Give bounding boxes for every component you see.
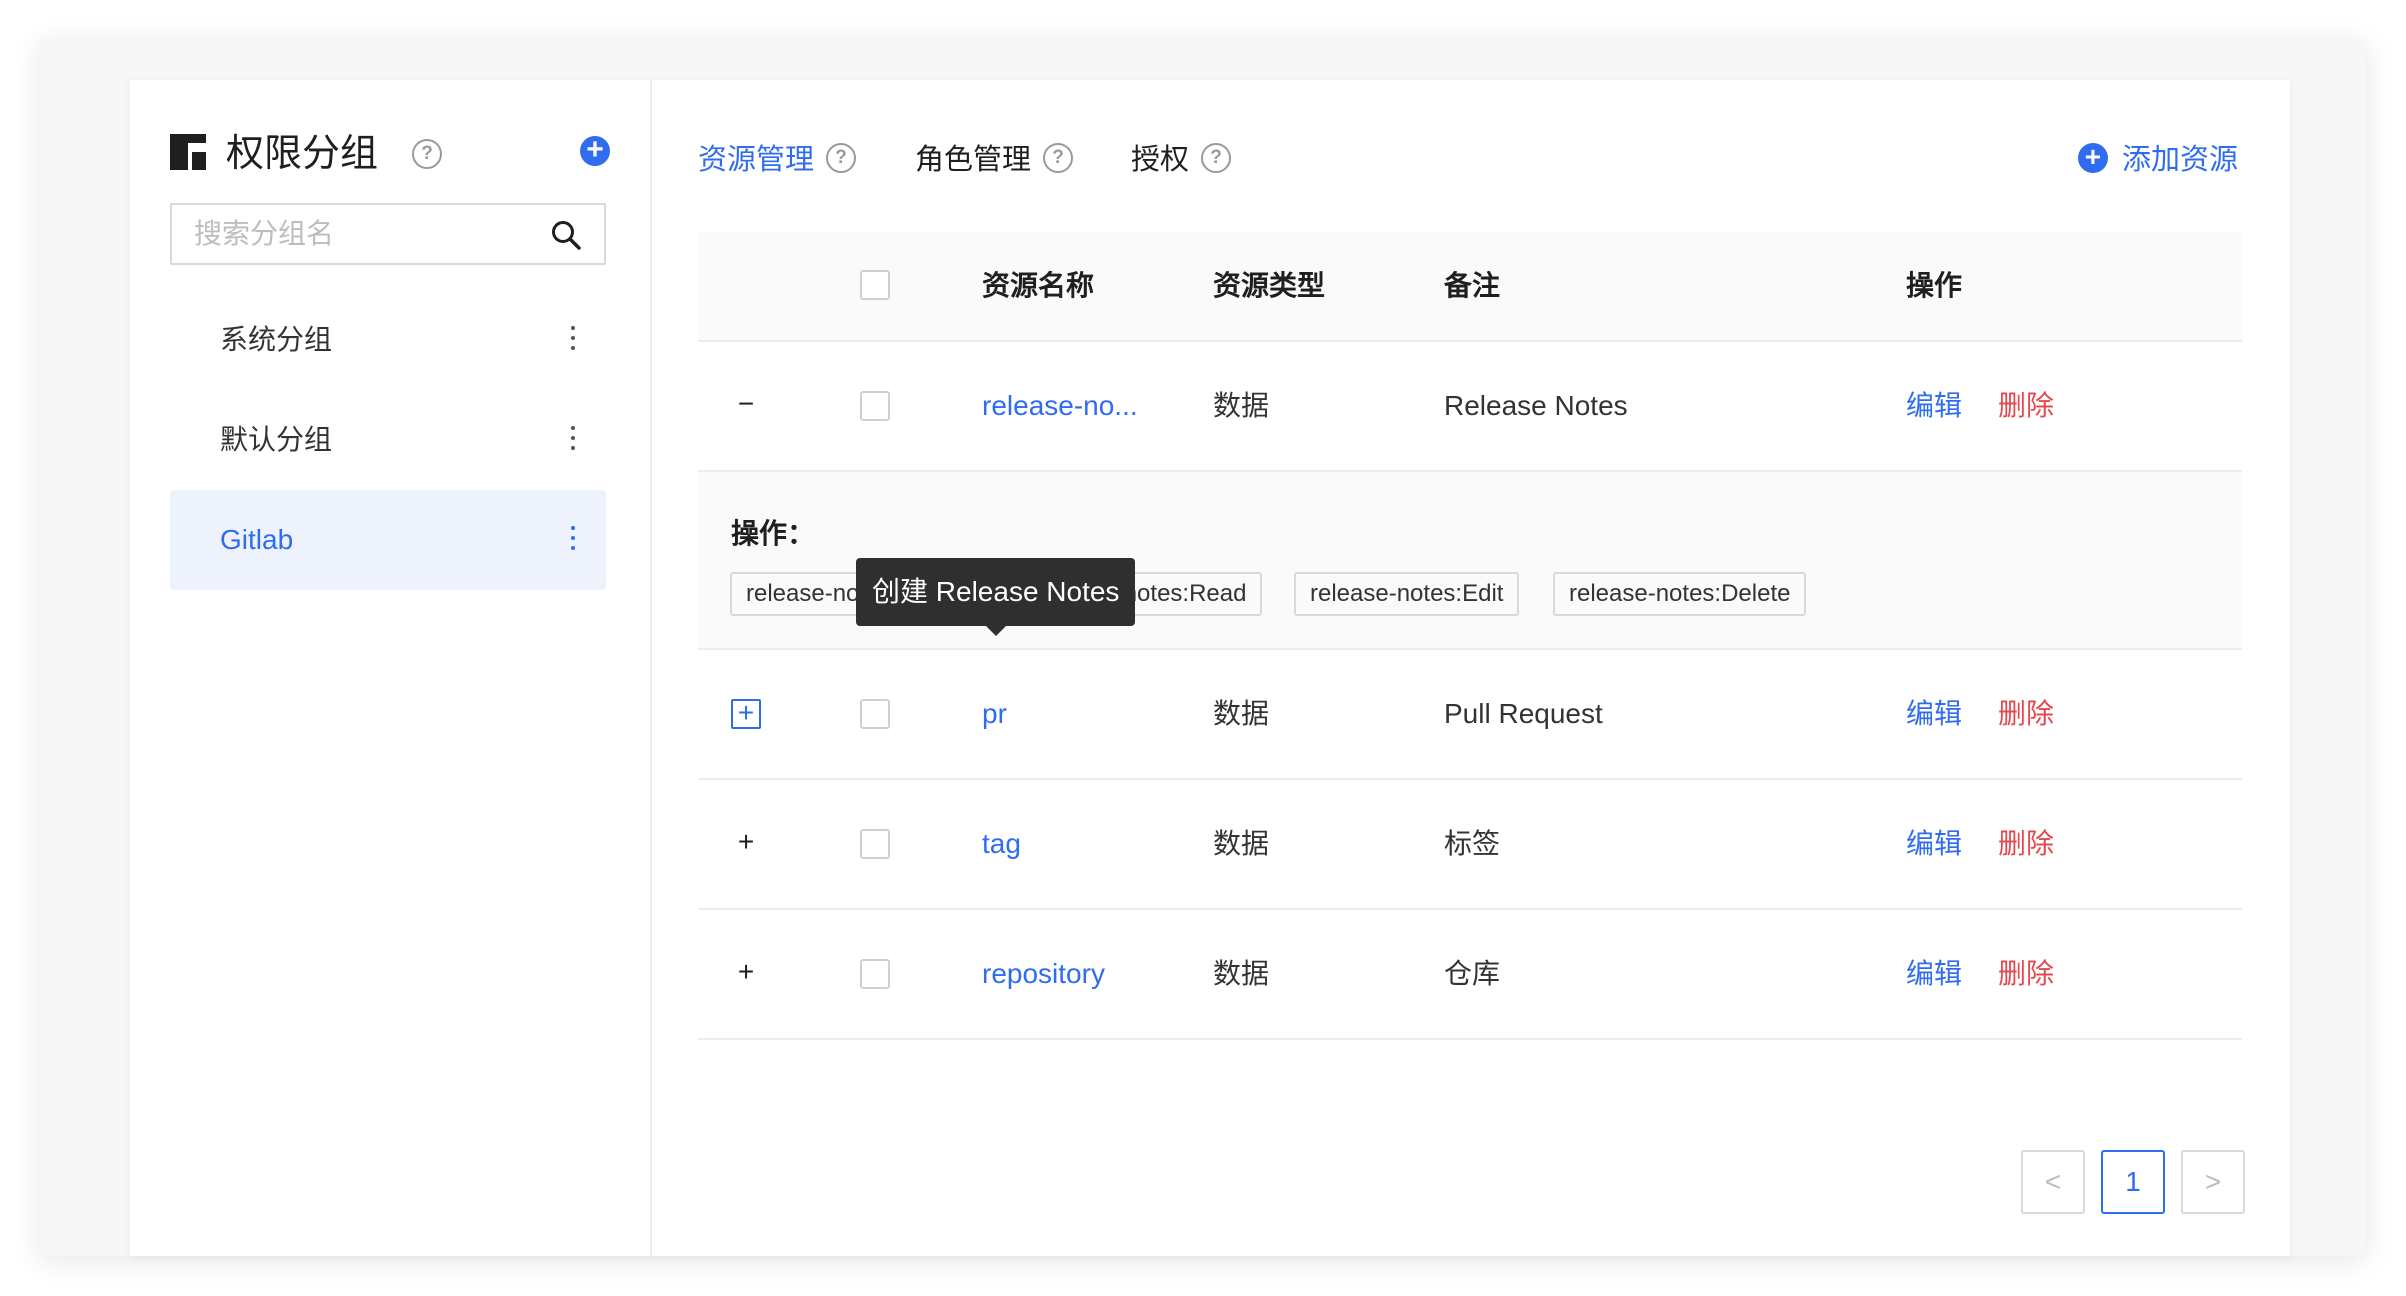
- tab-resource-management[interactable]: 资源管理?: [698, 135, 857, 185]
- edit-button[interactable]: 编辑: [1906, 650, 1962, 778]
- resource-note: Pull Request: [1444, 698, 1603, 729]
- resource-name-link[interactable]: repository: [982, 910, 1105, 1038]
- resource-name-link[interactable]: release-no...: [982, 342, 1138, 470]
- add-resource-label: 添加资源: [2121, 144, 2238, 176]
- row-checkbox[interactable]: [860, 699, 890, 729]
- tab-authorization[interactable]: 授权?: [1131, 135, 1232, 185]
- next-page-button[interactable]: >: [2181, 1150, 2245, 1214]
- more-vertical-icon[interactable]: [570, 426, 576, 454]
- sidebar-item-label: Gitlab: [220, 524, 294, 555]
- collapse-row-button[interactable]: −: [731, 390, 761, 421]
- plus-circle-icon: +: [2077, 143, 2108, 174]
- tab-role-management[interactable]: 角色管理?: [915, 135, 1074, 185]
- question-icon[interactable]: ?: [412, 139, 442, 169]
- operation-tooltip: 创建 Release Notes: [856, 558, 1136, 636]
- delete-button[interactable]: 删除: [1998, 910, 2054, 1038]
- resource-type: 数据: [1213, 828, 1270, 859]
- header-note: 备注: [1444, 270, 1501, 301]
- tab-label: 资源管理: [698, 144, 815, 176]
- more-vertical-icon[interactable]: [570, 326, 576, 354]
- operations-label: 操作：: [731, 518, 816, 549]
- row-checkbox[interactable]: [860, 959, 890, 989]
- sidebar-title: 权限分组: [226, 133, 379, 175]
- resource-type: 数据: [1213, 698, 1270, 729]
- question-icon[interactable]: ?: [1201, 143, 1232, 174]
- table-row: − release-no... 数据 Release Notes 编辑 删除: [698, 342, 2242, 472]
- delete-button[interactable]: 删除: [1998, 780, 2054, 908]
- expand-row-button[interactable]: +: [731, 699, 761, 729]
- header-resource-type: 资源类型: [1213, 270, 1326, 301]
- table-row: + repository 数据 仓库 编辑 删除: [698, 910, 2242, 1040]
- expand-row-button[interactable]: +: [731, 828, 761, 859]
- group-search-box: [170, 203, 606, 265]
- resource-name-link[interactable]: pr: [982, 650, 1007, 778]
- add-resource-button[interactable]: + 添加资源: [2077, 135, 2238, 185]
- table-header: 资源名称 资源类型 备注 操作: [698, 232, 2242, 342]
- more-vertical-icon[interactable]: [570, 526, 576, 554]
- main-panel: 资源管理? 角色管理? 授权? + 添加资源 资源名称 资源类型 备注 操作 −: [650, 80, 2290, 1256]
- page-button-current[interactable]: 1: [2101, 1150, 2165, 1214]
- sidebar-item-default[interactable]: 默认分组: [170, 390, 606, 490]
- resource-type: 数据: [1213, 390, 1270, 421]
- resource-type: 数据: [1213, 958, 1270, 989]
- sidebar-item-label: 默认分组: [220, 424, 333, 455]
- add-group-button[interactable]: +: [580, 135, 610, 166]
- prev-page-button[interactable]: <: [2021, 1150, 2085, 1214]
- header-action: 操作: [1906, 270, 1963, 301]
- row-checkbox[interactable]: [860, 829, 890, 859]
- groups-logo-icon: [170, 134, 206, 170]
- expand-row-button[interactable]: +: [731, 958, 761, 989]
- tab-label: 角色管理: [915, 144, 1032, 176]
- group-list: 系统分组 默认分组 Gitlab: [170, 290, 606, 590]
- delete-button[interactable]: 删除: [1998, 342, 2054, 470]
- permission-card: 权限分组 ? + 系统分组 默认分组 Gitlab: [130, 80, 2290, 1256]
- question-icon[interactable]: ?: [1043, 143, 1074, 174]
- select-all-checkbox[interactable]: [860, 270, 890, 300]
- sidebar-item-label: 系统分组: [220, 324, 333, 355]
- sidebar-header: 权限分组 ? +: [170, 126, 610, 182]
- edit-button[interactable]: 编辑: [1906, 342, 1962, 470]
- edit-button[interactable]: 编辑: [1906, 910, 1962, 1038]
- sidebar-item-system[interactable]: 系统分组: [170, 290, 606, 390]
- group-sidebar: 权限分组 ? + 系统分组 默认分组 Gitlab: [130, 80, 652, 1256]
- delete-button[interactable]: 删除: [1998, 650, 2054, 778]
- table-row: + pr 数据 Pull Request 编辑 删除: [698, 650, 2242, 780]
- resource-name-link[interactable]: tag: [982, 780, 1021, 908]
- resource-note: 仓库: [1444, 958, 1501, 989]
- resource-note: 标签: [1444, 828, 1501, 859]
- header-resource-name: 资源名称: [982, 270, 1095, 301]
- search-icon[interactable]: [550, 219, 582, 251]
- operation-tag[interactable]: release-notes:Delete: [1553, 572, 1807, 616]
- resource-note: Release Notes: [1444, 390, 1628, 421]
- group-search-input[interactable]: [172, 205, 554, 263]
- operation-tag[interactable]: release-notes:Edit: [1294, 572, 1520, 616]
- sidebar-item-gitlab[interactable]: Gitlab: [170, 490, 606, 590]
- row-checkbox[interactable]: [860, 391, 890, 421]
- resource-table: 资源名称 资源类型 备注 操作 − release-no... 数据 Relea…: [698, 232, 2242, 1040]
- tab-label: 授权: [1131, 144, 1190, 176]
- table-row: + tag 数据 标签 编辑 删除: [698, 780, 2242, 910]
- edit-button[interactable]: 编辑: [1906, 780, 1962, 908]
- question-icon[interactable]: ?: [826, 143, 857, 174]
